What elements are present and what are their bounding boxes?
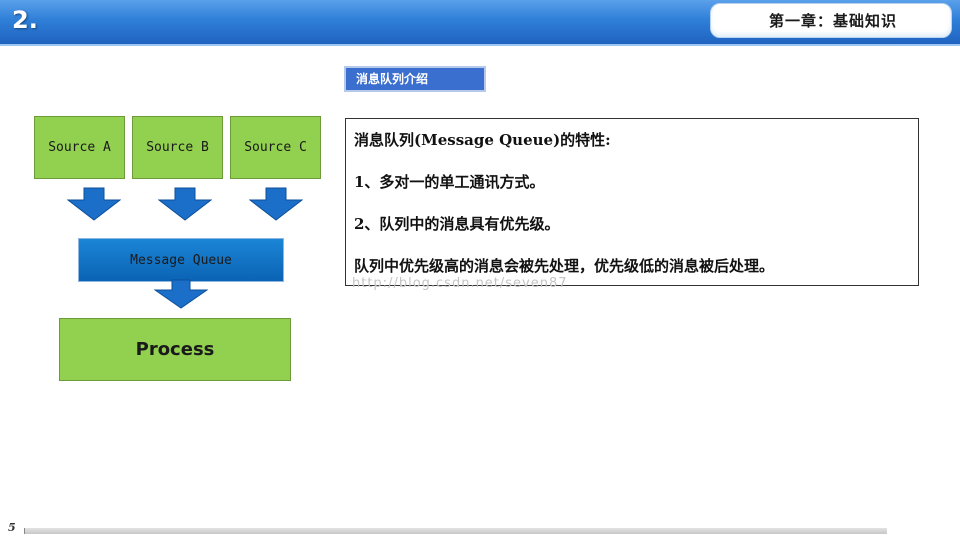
text-line-1: 1、多对一的单工通讯方式。 (354, 173, 545, 191)
header-bar: 2. 第一章：基础知识 (0, 0, 960, 46)
page-number: 5 (8, 521, 16, 534)
section-tab: 消息队列介绍 (344, 66, 486, 92)
watermark: http://blog.csdn.net/seven87 (352, 276, 568, 291)
arrow-down-icon-queue (154, 279, 208, 309)
text-line-heading: 消息队列(Message Queue)的特性: (354, 131, 611, 149)
process-box: Process (59, 318, 291, 381)
arrow-down-icon-source-a (67, 187, 121, 221)
arrow-down-icon-source-b (158, 187, 212, 221)
source-b-box: Source B (132, 116, 223, 179)
arrow-down-icon-source-c (249, 187, 303, 221)
slide-number: 2. (12, 6, 38, 34)
bottom-progress-bar (24, 528, 887, 534)
chapter-pill: 第一章：基础知识 (710, 3, 952, 38)
text-line-3: 队列中优先级高的消息会被先处理，优先级低的消息被后处理。 (354, 257, 775, 275)
source-a-box: Source A (34, 116, 125, 179)
source-c-box: Source C (230, 116, 321, 179)
text-line-2: 2、队列中的消息具有优先级。 (354, 215, 560, 233)
text-panel: 消息队列(Message Queue)的特性: 1、多对一的单工通讯方式。 2、… (345, 118, 919, 286)
message-queue-box: Message Queue (78, 238, 284, 282)
chapter-title: 第一章：基础知识 (769, 12, 898, 30)
